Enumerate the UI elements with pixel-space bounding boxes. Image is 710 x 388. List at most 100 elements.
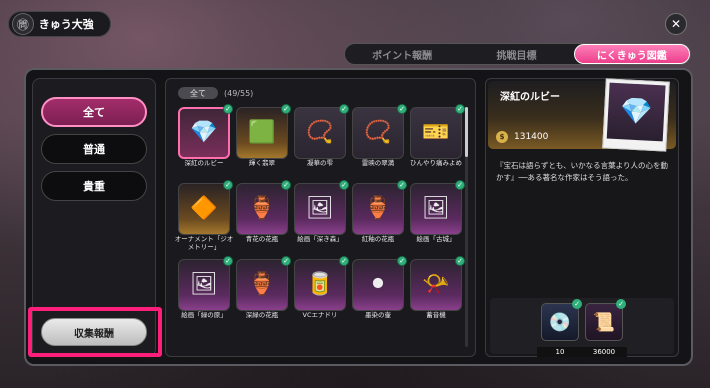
title-pill[interactable]: ㉄ きゅう大強 xyxy=(8,11,111,37)
item-name: 青花の花瓶 xyxy=(245,235,279,243)
item-card: 🎫 xyxy=(410,107,462,159)
detail-price-row: $ 131400 xyxy=(496,131,548,143)
check-icon: ✓ xyxy=(455,180,465,190)
check-icon: ✓ xyxy=(281,104,291,114)
item-name: 輝く翡翠 xyxy=(249,159,275,167)
collection-item[interactable]: 🏺 ✓ 青花の花瓶 xyxy=(236,180,291,246)
item-name: 墨染の壷 xyxy=(365,311,391,319)
disc-icon: 💿 xyxy=(541,303,579,341)
item-card: 🏺 xyxy=(352,183,404,235)
item-name: 絵画「深き森」 xyxy=(297,235,343,243)
collection-item[interactable]: 💎 ✓ 深紅のルビー xyxy=(178,104,233,170)
item-card: 🖼 xyxy=(294,183,346,235)
page-title: きゅう大強 xyxy=(38,18,94,31)
collection-item[interactable]: 🖼 ✓ 絵画「緑の原」 xyxy=(178,256,233,322)
collection-item[interactable]: 🎫 ✓ ひんやり痛みよめ xyxy=(410,104,465,170)
check-icon: ✓ xyxy=(223,180,233,190)
item-card: 🟩 xyxy=(236,107,288,159)
collection-item[interactable]: 🖼 ✓ 絵画「深き森」 xyxy=(294,180,349,246)
check-icon: ✓ xyxy=(339,180,349,190)
item-card: 🖼 xyxy=(410,183,462,235)
reward-item[interactable]: 💿 ✓ 10 xyxy=(537,299,583,357)
item-name: 紅釉の花瓶 xyxy=(361,235,395,243)
tab-bar: ポイント報酬 挑戦目標 にくきゅう図鑑 xyxy=(344,43,691,65)
item-name: 凝華の雫 xyxy=(307,159,333,167)
collection-item[interactable]: 🔶 ✓ オーナメント「ジオメトリー」 xyxy=(175,180,233,251)
reward-quantity: 36000 xyxy=(581,347,627,357)
collection-reward-button[interactable]: 収集報酬 xyxy=(41,318,147,346)
logo-icon: ㉄ xyxy=(12,13,34,35)
tab-challenges[interactable]: 挑戦目標 xyxy=(459,44,573,64)
collection-count: (49/55) xyxy=(224,88,254,98)
check-icon: ✓ xyxy=(397,180,407,190)
collection-item[interactable]: 📿 ✓ 雷映の翠満 xyxy=(352,104,407,170)
collection-item[interactable]: 🟩 ✓ 輝く翡翠 xyxy=(236,104,291,170)
item-card: 💎 xyxy=(178,107,230,159)
item-art-icon: 🔶 xyxy=(190,196,218,221)
detail-price: 131400 xyxy=(514,132,549,142)
item-art-icon: 📿 xyxy=(364,120,392,145)
item-name: オーナメント「ジオメトリー」 xyxy=(174,235,234,251)
item-art-icon: 🏺 xyxy=(248,196,276,221)
reward-quantity: 10 xyxy=(537,347,583,357)
check-icon: ✓ xyxy=(572,299,582,309)
collection-item[interactable]: 🖼 ✓ 絵画「古城」 xyxy=(410,180,465,246)
collection-item[interactable]: 📯 ✓ 蓄音機 xyxy=(410,256,465,322)
item-art-icon: 🥫 xyxy=(306,272,334,297)
check-icon: ✓ xyxy=(339,104,349,114)
close-button[interactable]: ✕ xyxy=(665,13,687,35)
filter-rare-button[interactable]: 貴重 xyxy=(41,171,147,201)
item-card: 📿 xyxy=(352,107,404,159)
item-art-icon: 🖼 xyxy=(190,272,218,297)
check-icon: ✓ xyxy=(397,256,407,266)
filter-all-button[interactable]: 全て xyxy=(41,97,147,127)
item-card: 🥫 xyxy=(294,259,346,311)
item-name: 蓄音機 xyxy=(426,311,446,319)
item-art-icon: 📯 xyxy=(422,272,450,297)
collection-item[interactable]: 🥫 ✓ VCエナドリ xyxy=(294,256,349,322)
tab-collection[interactable]: にくきゅう図鑑 xyxy=(573,44,690,64)
item-card: 🔶 xyxy=(178,183,230,235)
item-art-icon: 🎫 xyxy=(422,120,450,145)
detail-description: 『宝石は語らずとも、いかなる言葉より人の心を動かす』──ある著名な作家はそう語っ… xyxy=(496,161,668,182)
collection-item[interactable]: 📿 ✓ 凝華の雫 xyxy=(294,104,349,170)
ruby-art-icon: 💎 xyxy=(606,82,666,142)
item-card: 🖼 xyxy=(178,259,230,311)
check-icon: ✓ xyxy=(616,299,626,309)
item-art-icon: 💎 xyxy=(190,120,218,145)
item-name: ひんやり痛みよめ xyxy=(410,159,462,167)
reward-item[interactable]: 📜 ✓ 36000 xyxy=(581,299,627,357)
item-card: 🏺 xyxy=(236,183,288,235)
grid-filter-label: 全て xyxy=(178,87,218,99)
item-art-icon: 🏺 xyxy=(364,196,392,221)
tab-point-rewards[interactable]: ポイント報酬 xyxy=(345,44,459,64)
scroll-icon: 📜 xyxy=(585,303,623,341)
item-art-icon: 🖼 xyxy=(422,196,450,221)
item-card: 📿 xyxy=(294,107,346,159)
item-art-icon: 📿 xyxy=(306,120,334,145)
item-photo-card: 💎 xyxy=(602,78,670,152)
scrollbar-thumb[interactable] xyxy=(465,107,468,157)
collection-count-row: 全て (49/55) xyxy=(178,87,253,99)
grid-scrollbar[interactable] xyxy=(465,107,468,347)
collection-item[interactable]: 🏺 ✓ 深緑の花瓶 xyxy=(236,256,291,322)
item-name: VCエナドリ xyxy=(302,311,338,319)
detail-item-name: 深紅のルビー xyxy=(500,92,560,103)
item-card: ⚫ xyxy=(352,259,404,311)
check-icon: ✓ xyxy=(455,104,465,114)
check-icon: ✓ xyxy=(281,256,291,266)
check-icon: ✓ xyxy=(223,104,233,114)
item-name: 雷映の翠満 xyxy=(361,159,395,167)
check-icon: ✓ xyxy=(397,104,407,114)
check-icon: ✓ xyxy=(281,180,291,190)
reward-strip xyxy=(490,298,674,354)
collection-item[interactable]: 🏺 ✓ 紅釉の花瓶 xyxy=(352,180,407,246)
item-card: 📯 xyxy=(410,259,462,311)
filter-normal-button[interactable]: 普通 xyxy=(41,134,147,164)
check-icon: ✓ xyxy=(223,256,233,266)
item-art-icon: ⚫ xyxy=(368,272,388,297)
check-icon: ✓ xyxy=(339,256,349,266)
item-name: 絵画「古城」 xyxy=(416,235,456,243)
item-name: 絵画「緑の原」 xyxy=(181,311,227,319)
collection-item[interactable]: ⚫ ✓ 墨染の壷 xyxy=(352,256,407,322)
